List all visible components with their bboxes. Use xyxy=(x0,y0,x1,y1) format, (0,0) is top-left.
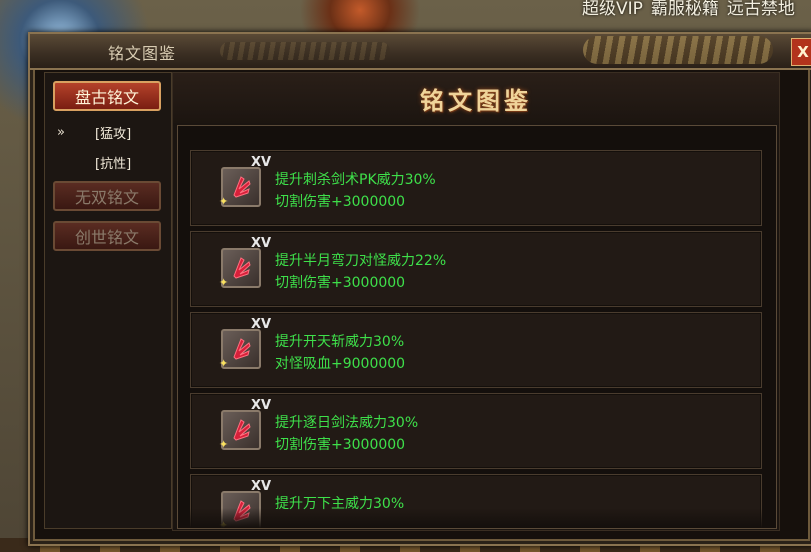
effect-line-2: 切割伤害+3000000 xyxy=(275,194,406,210)
content-header: 铭文图鉴 xyxy=(173,73,779,123)
effect-line-2: 切割伤害+3000000 xyxy=(275,275,406,291)
tab-wushuang[interactable]: 无双铭文 xyxy=(53,181,161,211)
inscription-card[interactable]: ✦ XV 提升开天斩威力30% 对怪吸血+9000000 xyxy=(190,312,762,388)
content-title: 铭文图鉴 xyxy=(420,85,532,115)
bg-text-secret: 霸服秘籍 xyxy=(650,0,719,19)
effect-line-1: 提升半月弯刀对怪威力22% xyxy=(275,253,447,269)
background-top-text: 超级VIP 霸服秘籍 远古禁地 xyxy=(574,0,795,19)
effect-line-2: 对怪吸血+9000000 xyxy=(275,356,406,372)
bg-text-vip: 超级VIP xyxy=(582,0,643,19)
inscription-window: 铭文图鉴 X 盘古铭文 » [猛攻] [抗性] 无双铭文 创世铭文 铭文图鉴 ✦… xyxy=(28,32,811,546)
effect-line-1: 提升开天斩威力30% xyxy=(275,334,405,350)
rank-label: XV xyxy=(251,398,272,413)
category-sidebar: 盘古铭文 » [猛攻] [抗性] 无双铭文 创世铭文 xyxy=(44,72,172,529)
window-titlebar[interactable]: 铭文图鉴 X xyxy=(30,34,811,70)
effect-line-1: 提升逐日剑法威力30% xyxy=(275,415,419,431)
window-title: 铭文图鉴 xyxy=(108,44,177,63)
rank-label: XV xyxy=(251,317,272,332)
inscription-list[interactable]: ✦ XV 提升刺杀剑术PK威力30% 切割伤害+3000000 ✦ XV 提升半… xyxy=(177,125,777,529)
effect-line-1: 提升刺杀剑术PK威力30% xyxy=(275,172,436,188)
list-fade xyxy=(178,508,776,528)
subitem-label: [抗性] xyxy=(95,156,132,172)
content-panel: 铭文图鉴 ✦ XV 提升刺杀剑术PK威力30% 切割伤害+3000000 ✦ X… xyxy=(172,72,780,531)
title-ornament-left xyxy=(220,42,390,60)
inscription-card[interactable]: ✦ XV 提升刺杀剑术PK威力30% 切割伤害+3000000 xyxy=(190,150,762,226)
rank-label: XV xyxy=(251,236,272,251)
bg-text-forbidden: 远古禁地 xyxy=(726,0,795,19)
chevron-right-icon: » xyxy=(57,124,65,140)
subitem-label: [猛攻] xyxy=(95,126,132,142)
sparkle-icon: ✦ xyxy=(219,195,229,208)
rank-label: XV xyxy=(251,155,272,170)
inscription-card[interactable]: ✦ XV 提升逐日剑法威力30% 切割伤害+3000000 xyxy=(190,393,762,469)
sparkle-icon: ✦ xyxy=(219,357,229,370)
tab-chuangshi[interactable]: 创世铭文 xyxy=(53,221,161,251)
subitem-kangxing[interactable]: [抗性] xyxy=(57,149,157,175)
rank-label: XV xyxy=(251,479,272,494)
dragon-ornament xyxy=(583,36,773,64)
effect-line-2: 切割伤害+3000000 xyxy=(275,437,406,453)
sparkle-icon: ✦ xyxy=(219,438,229,451)
tab-pangu[interactable]: 盘古铭文 xyxy=(53,81,161,111)
inscription-card[interactable]: ✦ XV 提升半月弯刀对怪威力22% 切割伤害+3000000 xyxy=(190,231,762,307)
subitem-menggong[interactable]: » [猛攻] xyxy=(57,119,157,145)
sparkle-icon: ✦ xyxy=(219,276,229,289)
close-button[interactable]: X xyxy=(791,38,811,66)
